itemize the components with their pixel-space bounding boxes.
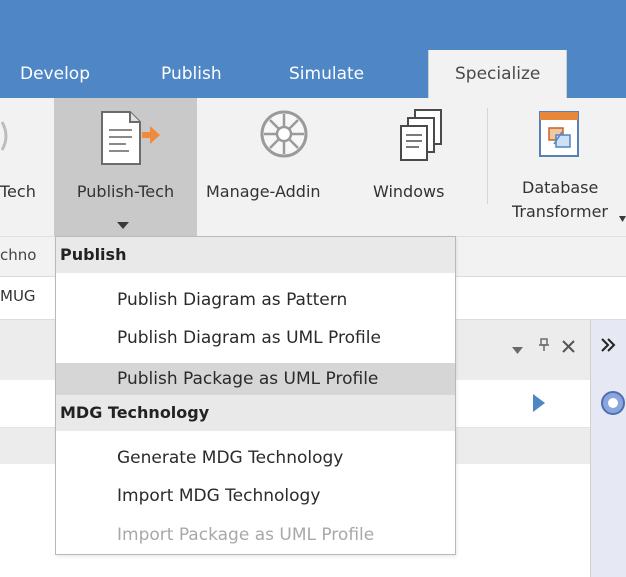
tab-specialize[interactable]: Specialize <box>428 50 568 98</box>
manage-addin-label: Manage-Addin <box>206 182 321 201</box>
menu-item-publish-package-as-uml-profile[interactable]: Publish Package as UML Profile <box>56 363 455 395</box>
close-icon[interactable] <box>562 340 575 357</box>
right-side-panel <box>590 320 626 577</box>
tab-publish[interactable]: Publish <box>161 50 222 98</box>
pin-icon[interactable] <box>538 337 550 357</box>
ribbon-separator <box>487 108 488 204</box>
menu-item-generate-mdg-technology[interactable]: Generate MDG Technology <box>56 442 455 474</box>
menu-item-publish-diagram-as-uml-profile[interactable]: Publish Diagram as UML Profile <box>56 322 455 354</box>
menu-item-import-mdg-technology[interactable]: Import MDG Technology <box>56 480 455 512</box>
stacked-windows-icon <box>397 108 447 168</box>
menu-item-import-package-as-uml-profile: Import Package as UML Profile <box>117 525 375 545</box>
menu-item-publish-diagram-as-pattern[interactable]: Publish Diagram as Pattern <box>56 284 455 316</box>
chevron-down-icon <box>619 207 626 226</box>
ribbon-group-label: chno <box>0 246 37 264</box>
tab-simulate[interactable]: Simulate <box>289 50 364 98</box>
publish-tech-label: Publish-Tech <box>76 182 175 201</box>
ribbon-button-tech-cut-label: Tech <box>0 182 36 201</box>
wheel-gear-icon <box>258 108 310 164</box>
partial-icon <box>0 118 14 158</box>
database-transform-icon <box>538 110 580 162</box>
partial-toolbox-icon[interactable] <box>600 390 626 420</box>
chevron-down-icon <box>117 215 129 234</box>
panel-dropdown-button[interactable] <box>512 343 523 359</box>
double-chevron-right-icon[interactable] <box>600 337 616 357</box>
menu-section-header-publish: Publish <box>56 237 455 273</box>
publish-document-arrow-icon <box>96 110 162 172</box>
database-transformer-label-line2: Transformer <box>512 202 609 221</box>
toolbar-row-label: MUG <box>0 287 36 305</box>
windows-label: Windows <box>373 182 445 201</box>
play-triangle-icon[interactable] <box>533 394 545 416</box>
menu-section-header-mdg-technology: MDG Technology <box>56 395 455 431</box>
tab-develop[interactable]: Develop <box>20 50 90 98</box>
database-transformer-label-line1: Database <box>522 178 599 197</box>
publish-tech-dropdown-menu: Publish Publish Diagram as Pattern Publi… <box>55 236 456 555</box>
